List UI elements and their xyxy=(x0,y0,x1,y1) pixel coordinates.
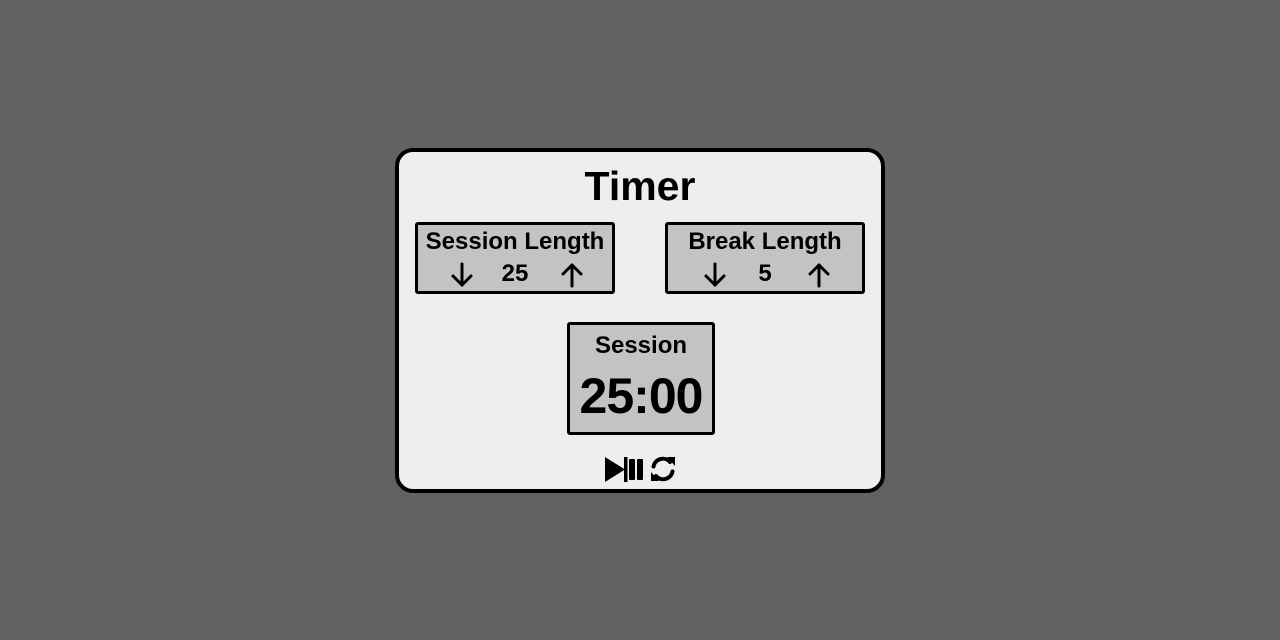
timer-display: Session 25:00 xyxy=(567,322,715,435)
arrow-up-icon xyxy=(561,263,583,288)
break-length-controls: 5 xyxy=(668,259,862,289)
session-decrement-button[interactable] xyxy=(448,261,476,289)
reset-button[interactable] xyxy=(649,454,677,489)
timer-card: Timer Session Length 25 Break Length 5 S… xyxy=(395,148,885,493)
break-length-value: 5 xyxy=(758,260,772,287)
timer-controls xyxy=(399,454,881,484)
time-left: 25:00 xyxy=(579,368,704,424)
session-increment-button[interactable] xyxy=(558,261,586,289)
break-length-panel: Break Length 5 xyxy=(665,222,865,294)
arrow-down-icon xyxy=(704,262,726,287)
break-increment-button[interactable] xyxy=(805,261,833,289)
break-length-label: Break Length xyxy=(688,228,842,255)
session-length-controls: 25 xyxy=(418,259,612,289)
refresh-icon xyxy=(651,456,675,482)
arrow-up-icon xyxy=(808,263,830,288)
timer-mode-label: Session xyxy=(594,332,688,359)
arrow-down-icon xyxy=(451,262,473,287)
session-length-panel: Session Length 25 xyxy=(415,222,615,294)
play-pause-icon xyxy=(605,457,643,482)
break-decrement-button[interactable] xyxy=(701,261,729,289)
session-length-value: 25 xyxy=(501,260,529,287)
session-length-label: Session Length xyxy=(425,228,605,255)
timer-title: Timer xyxy=(584,163,696,209)
play-pause-button[interactable] xyxy=(604,454,644,489)
